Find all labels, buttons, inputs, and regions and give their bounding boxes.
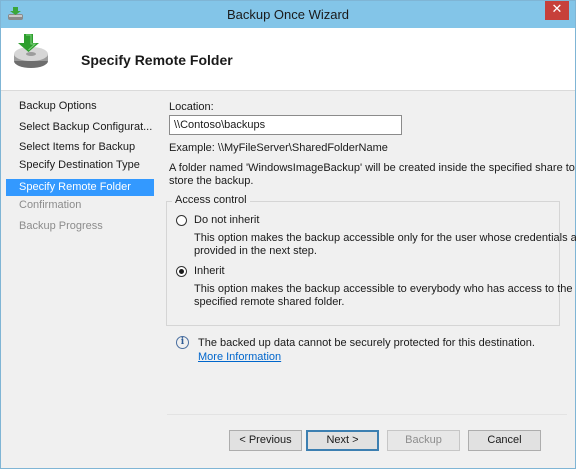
backup-disk-icon	[14, 34, 48, 68]
inherit-label[interactable]: Inherit	[194, 265, 225, 277]
sidebar-item-select-backup-configuration[interactable]: Select Backup Configurat...	[6, 119, 154, 136]
backup-button: Backup	[387, 430, 460, 451]
do-not-inherit-desc-line2: provided in the next step.	[194, 245, 317, 257]
button-separator	[167, 414, 567, 415]
sidebar-item-select-items[interactable]: Select Items for Backup	[6, 139, 154, 156]
sidebar-item-destination-type[interactable]: Specify Destination Type	[6, 157, 154, 174]
folder-note-line2: store the backup.	[169, 175, 254, 187]
more-information-link[interactable]: More Information	[198, 351, 281, 363]
radio-selected-dot	[179, 269, 184, 274]
info-icon: i	[176, 336, 189, 349]
location-label: Location:	[169, 101, 214, 113]
sidebar-item-confirmation: Confirmation	[19, 199, 82, 211]
do-not-inherit-label[interactable]: Do not inherit	[194, 214, 259, 226]
inherit-desc-line2: specified remote shared folder.	[194, 296, 345, 308]
sidebar-item-backup-options[interactable]: Backup Options	[6, 98, 154, 115]
wizard-header: Specify Remote Folder	[1, 28, 575, 91]
window-title: Backup Once Wizard	[226, 7, 350, 22]
do-not-inherit-radio[interactable]	[176, 215, 187, 226]
next-button[interactable]: Next >	[306, 430, 379, 451]
wizard-window: Backup Once Wizard ✕ Specify Remote Fold…	[0, 0, 576, 469]
inherit-radio[interactable]	[176, 266, 187, 277]
folder-note-line1: A folder named 'WindowsImageBackup' will…	[169, 162, 575, 174]
inherit-desc-line1: This option makes the backup accessible …	[194, 283, 573, 295]
close-button[interactable]: ✕	[545, 1, 569, 20]
access-control-legend: Access control	[172, 194, 250, 206]
location-input[interactable]: \\Contoso\backups	[169, 115, 402, 135]
sidebar-item-remote-folder[interactable]: Specify Remote Folder	[6, 179, 154, 196]
do-not-inherit-desc-line1: This option makes the backup accessible …	[194, 232, 576, 244]
title-bar[interactable]: Backup Once Wizard ✕	[1, 1, 575, 28]
cancel-button[interactable]: Cancel	[468, 430, 541, 451]
previous-button[interactable]: < Previous	[229, 430, 302, 451]
sidebar-item-backup-progress: Backup Progress	[19, 220, 103, 232]
page-title: Specify Remote Folder	[81, 52, 233, 68]
security-info-text: The backed up data cannot be securely pr…	[198, 337, 535, 349]
example-text: Example: \\MyFileServer\SharedFolderName	[169, 142, 388, 154]
